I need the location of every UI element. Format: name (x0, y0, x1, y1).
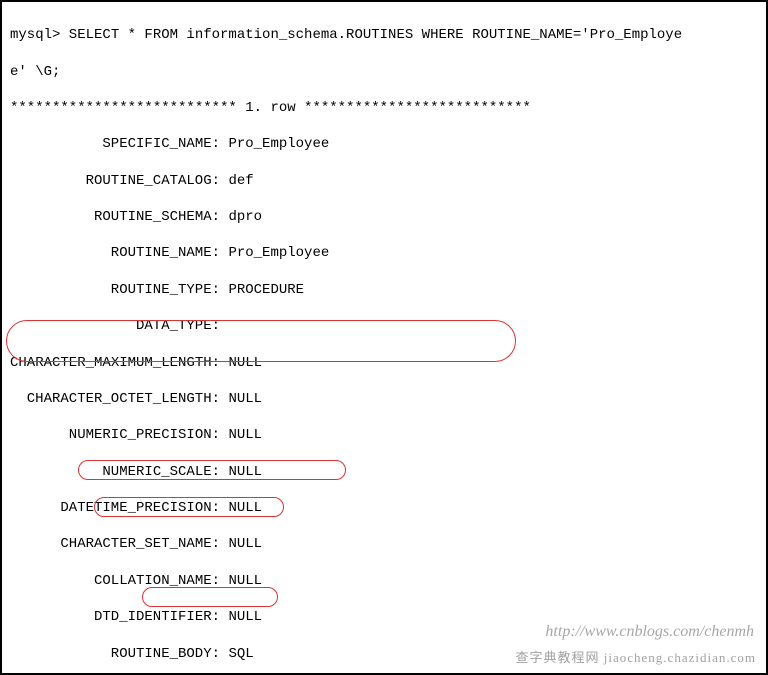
field-value: NULL (228, 427, 262, 443)
prompt-line-2: e' \G; (10, 63, 758, 81)
field-row: NUMERIC_SCALE: NULL (10, 463, 758, 481)
field-row: ROUTINE_CATALOG: def (10, 172, 758, 190)
field-row: DATA_TYPE: (10, 317, 758, 335)
field-value: NULL (228, 391, 262, 407)
prompt-line-1: mysql> SELECT * FROM information_schema.… (10, 26, 758, 44)
field-row: SPECIFIC_NAME: Pro_Employee (10, 135, 758, 153)
field-label: CHARACTER_MAXIMUM_LENGTH (10, 354, 212, 372)
field-value: SQL (228, 646, 253, 662)
field-label: CHARACTER_SET_NAME (10, 535, 212, 553)
field-value: NULL (228, 500, 262, 516)
field-value: PROCEDURE (228, 282, 304, 298)
field-row: CHARACTER_SET_NAME: NULL (10, 535, 758, 553)
field-label: SPECIFIC_NAME (10, 135, 212, 153)
field-value: dpro (228, 209, 262, 225)
field-value: NULL (228, 464, 262, 480)
field-label: ROUTINE_TYPE (10, 281, 212, 299)
field-row: NUMERIC_PRECISION: NULL (10, 426, 758, 444)
field-label: NUMERIC_PRECISION (10, 426, 212, 444)
field-value: NULL (228, 573, 262, 589)
field-label: DATETIME_PRECISION (10, 499, 212, 517)
field-label: CHARACTER_OCTET_LENGTH (10, 390, 212, 408)
field-label: DTD_IDENTIFIER (10, 608, 212, 626)
terminal-output-frame: mysql> SELECT * FROM information_schema.… (0, 0, 768, 675)
field-row: DATETIME_PRECISION: NULL (10, 499, 758, 517)
field-row: ROUTINE_SCHEMA: dpro (10, 208, 758, 226)
field-label: NUMERIC_SCALE (10, 463, 212, 481)
field-value: NULL (228, 609, 262, 625)
field-row: ROUTINE_BODY: SQL (10, 645, 758, 663)
field-label: DATA_TYPE (10, 317, 212, 335)
field-row: DTD_IDENTIFIER: NULL (10, 608, 758, 626)
field-value: def (228, 173, 253, 189)
field-row: ROUTINE_TYPE: PROCEDURE (10, 281, 758, 299)
field-label: ROUTINE_CATALOG (10, 172, 212, 190)
field-label: COLLATION_NAME (10, 572, 212, 590)
field-label: ROUTINE_SCHEMA (10, 208, 212, 226)
field-row: COLLATION_NAME: NULL (10, 572, 758, 590)
row-separator: *************************** 1. row *****… (10, 99, 758, 117)
field-label: ROUTINE_BODY (10, 645, 212, 663)
field-value: Pro_Employee (228, 136, 329, 152)
field-value: NULL (228, 536, 262, 552)
field-value: Pro_Employee (228, 245, 329, 261)
field-row: ROUTINE_NAME: Pro_Employee (10, 244, 758, 262)
terminal-text: mysql> SELECT * FROM information_schema.… (10, 8, 758, 675)
field-label: ROUTINE_NAME (10, 244, 212, 262)
field-value: NULL (228, 355, 262, 371)
field-row: CHARACTER_OCTET_LENGTH: NULL (10, 390, 758, 408)
field-row: CHARACTER_MAXIMUM_LENGTH: NULL (10, 354, 758, 372)
